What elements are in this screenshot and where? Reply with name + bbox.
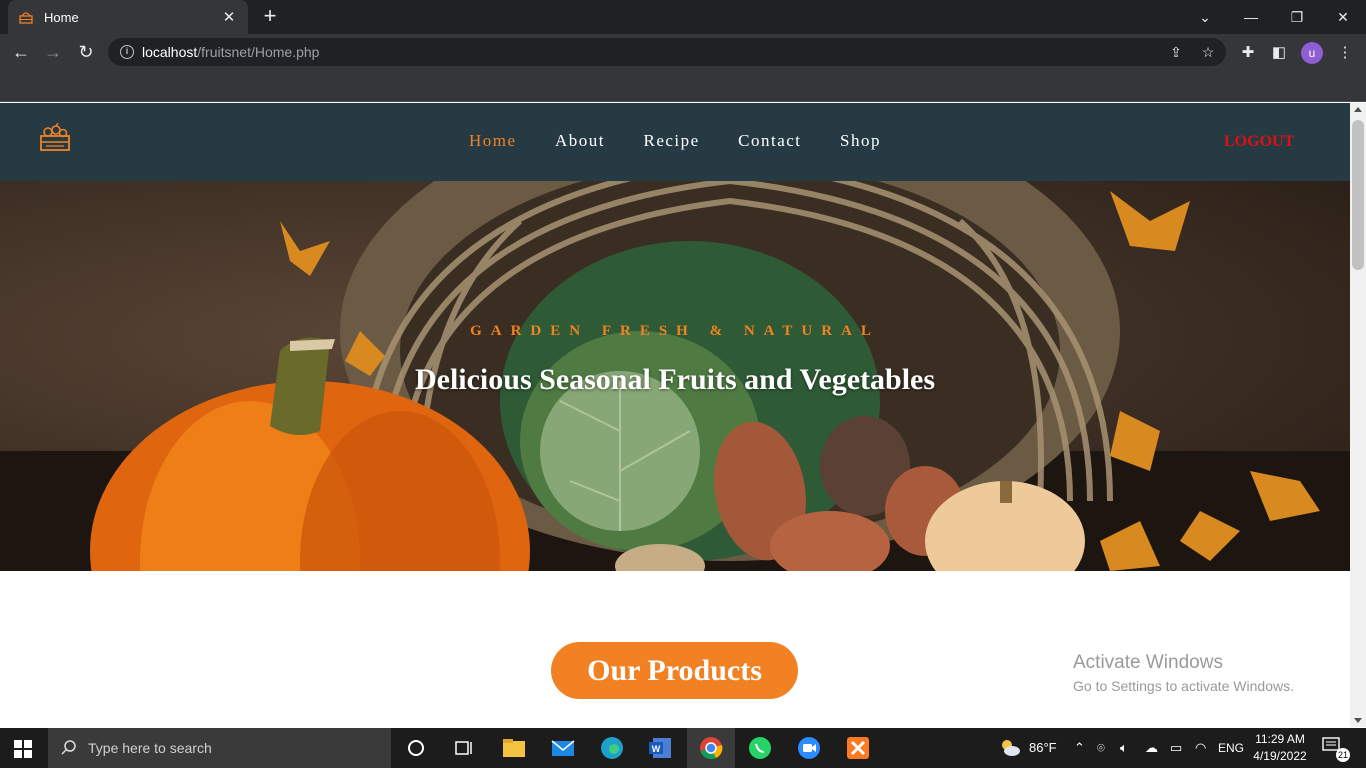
- browser-tab-strip: Home ✕ + ⌄ — ❐ ✕: [0, 0, 1366, 34]
- nav-contact-link[interactable]: Contact: [738, 131, 801, 151]
- watermark-title: Activate Windows: [1073, 652, 1223, 673]
- battery-icon[interactable]: ▭: [1170, 740, 1182, 756]
- our-products-button[interactable]: Our Products: [551, 642, 798, 699]
- browser-tab[interactable]: Home ✕: [8, 0, 248, 34]
- activate-windows-watermark: Activate Windows Go to Settings to activ…: [1073, 652, 1294, 694]
- address-bar[interactable]: i localhost/fruitsnet/Home.php: [108, 38, 1226, 66]
- wifi-icon[interactable]: ◠: [1195, 740, 1206, 756]
- task-view-icon[interactable]: [450, 734, 478, 762]
- meet-now-icon[interactable]: ⌾: [1097, 740, 1105, 756]
- tab-close-icon[interactable]: ✕: [220, 8, 238, 26]
- reload-button[interactable]: ↻: [73, 40, 99, 64]
- chrome-icon[interactable]: [697, 734, 725, 762]
- cortana-icon[interactable]: [402, 734, 430, 762]
- search-placeholder: Type here to search: [88, 740, 212, 756]
- site-info-icon[interactable]: i: [120, 45, 134, 59]
- basket-favicon-icon: [19, 12, 33, 24]
- restore-button[interactable]: ❐: [1274, 0, 1320, 34]
- edge-browser-icon[interactable]: [598, 734, 626, 762]
- forward-button[interactable]: →: [40, 40, 66, 64]
- nav-recipe-link[interactable]: Recipe: [643, 131, 699, 151]
- windows-start-icon[interactable]: [14, 740, 32, 758]
- notification-count-badge: 21: [1336, 748, 1350, 762]
- clock-time: 11:29 AM: [1255, 732, 1305, 746]
- bookmarks-bar: [0, 70, 1366, 102]
- bookmark-star-icon[interactable]: ☆: [1198, 42, 1218, 62]
- nav-about-link[interactable]: About: [555, 131, 605, 151]
- tab-title: Home: [44, 9, 79, 25]
- search-icon: [61, 740, 76, 755]
- url-path: /fruitsnet/Home.php: [197, 44, 320, 60]
- mail-icon[interactable]: [549, 734, 577, 762]
- hero-banner: GARDEN FRESH & NATURAL Delicious Seasona…: [0, 181, 1350, 571]
- profile-avatar[interactable]: u: [1301, 42, 1323, 64]
- notification-center-button[interactable]: 21: [1322, 737, 1350, 762]
- minimize-button[interactable]: —: [1228, 0, 1274, 34]
- browser-toolbar: ← → ↻ i localhost/fruitsnet/Home.php: [0, 34, 1366, 70]
- xampp-icon[interactable]: [844, 734, 872, 762]
- onedrive-cloud-icon[interactable]: ☁︎: [1145, 740, 1158, 756]
- logout-link[interactable]: LOGOUT: [1224, 133, 1294, 151]
- taskbar-search-box[interactable]: Type here to search: [48, 728, 391, 768]
- back-button[interactable]: ←: [8, 40, 34, 64]
- clock-date: 4/19/2022: [1253, 749, 1307, 763]
- scroll-up-arrow-icon[interactable]: [1354, 107, 1362, 112]
- browser-menu-icon[interactable]: ⋮: [1334, 42, 1356, 64]
- hero-title: Delicious Seasonal Fruits and Vegetables: [414, 363, 936, 396]
- nav-home-link[interactable]: Home: [469, 131, 517, 151]
- page-scrollbar[interactable]: [1350, 103, 1366, 727]
- tab-search-icon[interactable]: ⌄: [1182, 0, 1228, 34]
- close-window-button[interactable]: ✕: [1320, 0, 1366, 34]
- url-host: localhost: [142, 44, 198, 60]
- nav-shop-link[interactable]: Shop: [840, 131, 881, 151]
- main-navigation: Home About Recipe Contact Shop: [0, 131, 1350, 151]
- scroll-down-arrow-icon[interactable]: [1354, 718, 1362, 723]
- zoom-icon[interactable]: [795, 734, 823, 762]
- volume-icon[interactable]: 🔈︎: [1120, 740, 1128, 756]
- system-clock[interactable]: 11:29 AM 4/19/2022: [1248, 731, 1312, 765]
- side-panel-icon[interactable]: ◧: [1268, 42, 1290, 64]
- whatsapp-icon[interactable]: [746, 734, 774, 762]
- file-explorer-icon[interactable]: [500, 734, 528, 762]
- site-header: Home About Recipe Contact Shop LOGOUT: [0, 103, 1350, 181]
- weather-temperature[interactable]: 86°F: [1029, 740, 1057, 755]
- windows-taskbar: Type here to search W 86°F ⌃ ⌾ 🔈︎ ☁︎ ▭ ◠…: [0, 728, 1366, 768]
- hero-subtitle: GARDEN FRESH & NATURAL: [470, 323, 880, 339]
- scroll-thumb[interactable]: [1352, 120, 1364, 270]
- share-icon[interactable]: ⇪: [1166, 42, 1186, 62]
- page-viewport: Home About Recipe Contact Shop LOGOUT GA…: [0, 103, 1350, 727]
- input-language-indicator[interactable]: ENG: [1218, 741, 1244, 755]
- watermark-subtitle: Go to Settings to activate Windows.: [1073, 678, 1294, 694]
- svg-text:W: W: [652, 744, 661, 754]
- show-hidden-icons-chevron-icon[interactable]: ⌃: [1074, 740, 1085, 756]
- new-tab-button[interactable]: +: [258, 4, 282, 28]
- weather-icon[interactable]: [998, 737, 1022, 759]
- extensions-icon[interactable]: ✚: [1237, 42, 1259, 64]
- word-icon[interactable]: W: [647, 734, 675, 762]
